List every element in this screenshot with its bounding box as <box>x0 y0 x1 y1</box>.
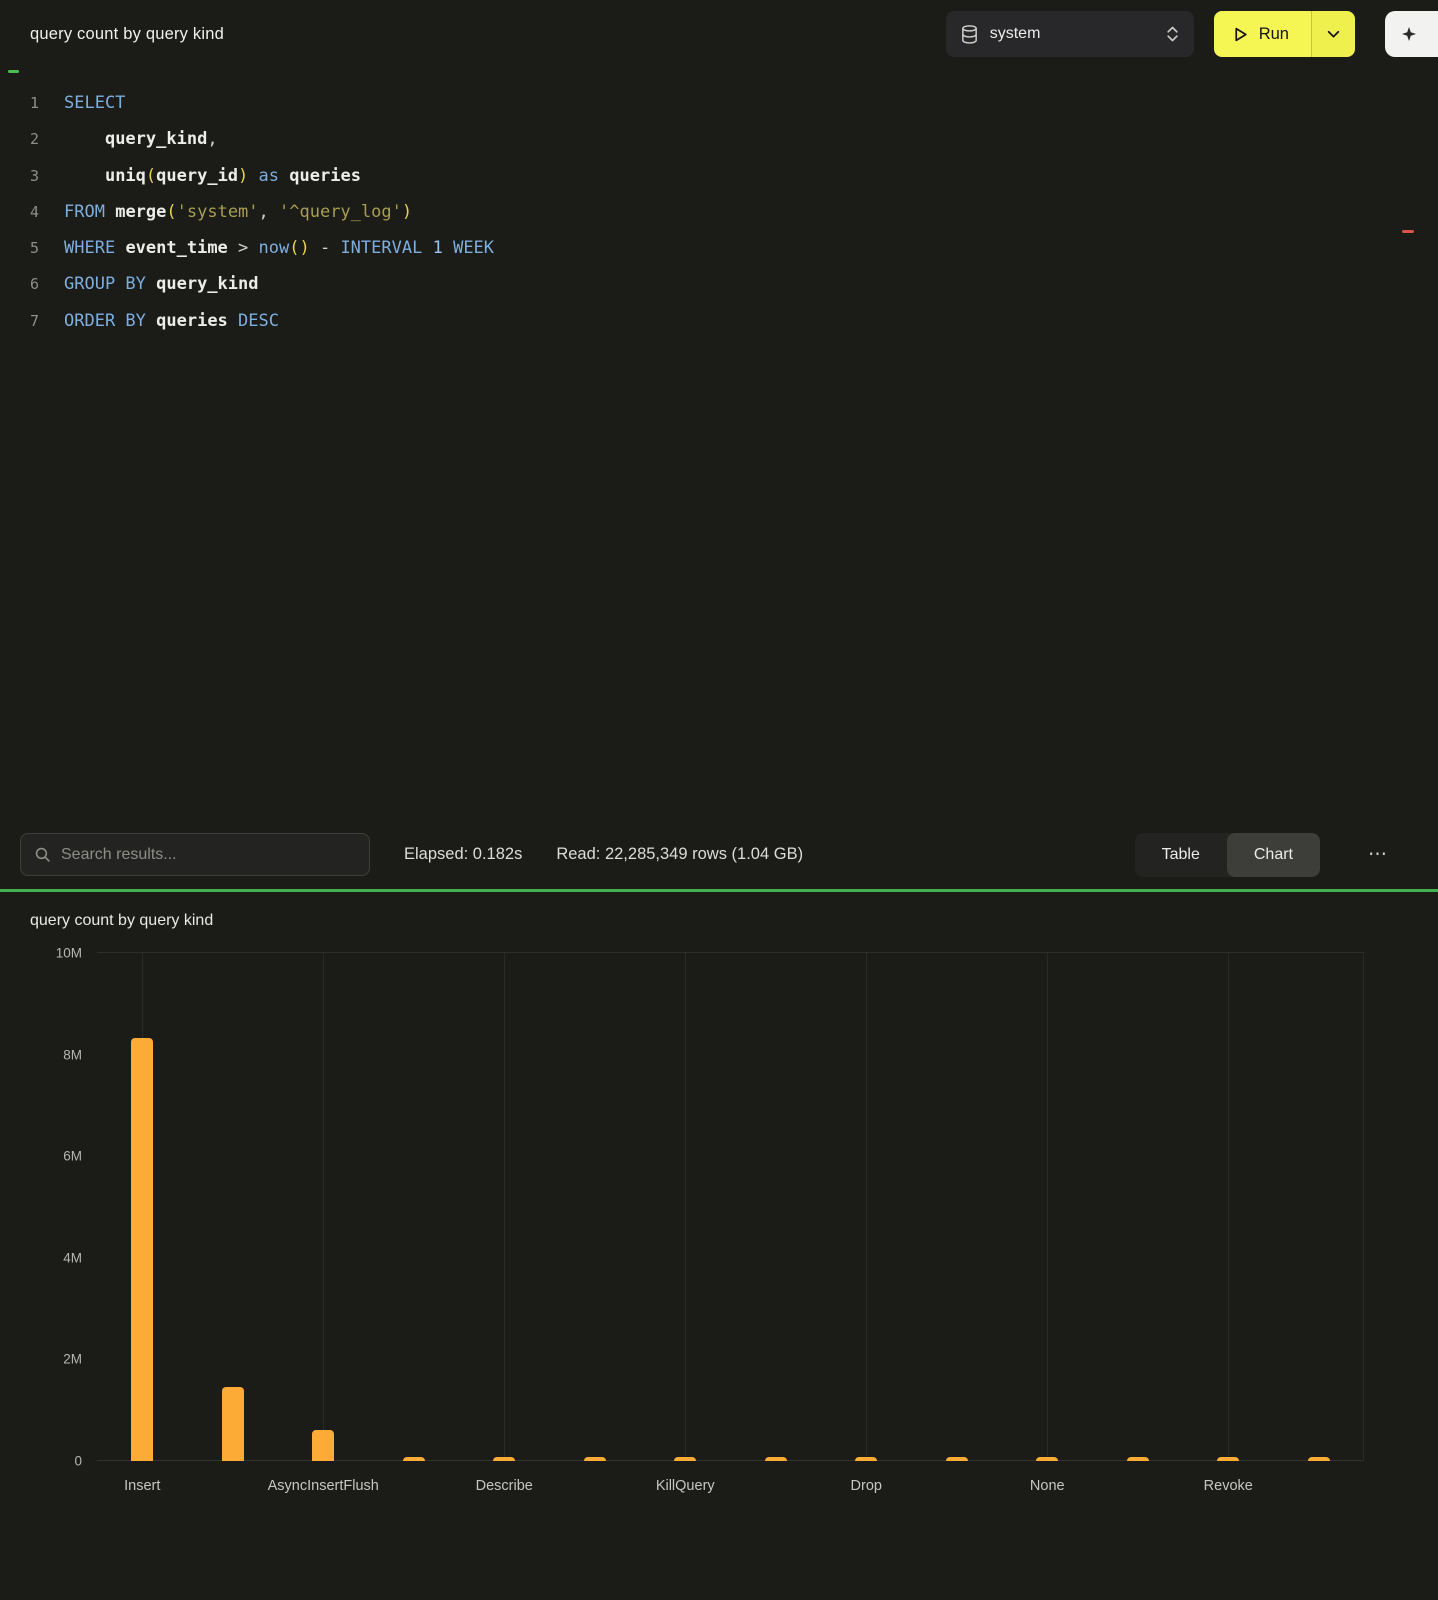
app-root: query count by query kind system <box>0 0 1438 1600</box>
more-options-button[interactable]: ⋯ <box>1368 843 1388 866</box>
gridline-vertical <box>504 953 505 1461</box>
read-stat: Read: 22,285,349 rows (1.04 GB) <box>556 845 803 864</box>
chart-title: query count by query kind <box>30 912 1438 930</box>
chevron-updown-icon <box>1166 25 1179 43</box>
chart-bar <box>946 1457 968 1461</box>
search-icon <box>34 846 51 863</box>
x-axis-tick: Revoke <box>1204 1478 1253 1494</box>
code-text: query_kind, <box>64 121 218 157</box>
results-toolbar: Elapsed: 0.182s Read: 22,285,349 rows (1… <box>0 820 1438 889</box>
gridline-vertical <box>1363 953 1364 1461</box>
chart-bar <box>855 1457 877 1461</box>
gridline-vertical <box>866 953 867 1461</box>
corner-action-button[interactable] <box>1385 11 1438 57</box>
tab-table[interactable]: Table <box>1135 833 1227 877</box>
code-line: 7 ORDER BY queries DESC <box>0 303 1438 339</box>
chart-bar <box>493 1457 515 1461</box>
x-axis-tick: AsyncInsertFlush <box>268 1478 379 1494</box>
chart-bar <box>131 1038 153 1461</box>
sparkle-icon <box>1401 26 1417 42</box>
y-axis-tick: 4M <box>63 1250 82 1265</box>
run-options-button[interactable] <box>1311 11 1355 57</box>
code-text: ORDER BY queries DESC <box>64 303 279 339</box>
code-text: SELECT <box>64 85 125 121</box>
y-axis-tick: 8M <box>63 1047 82 1062</box>
chart-bar <box>1308 1457 1330 1461</box>
code-text: FROM merge('system', '^query_log') <box>64 194 412 230</box>
code-text: uniq(query_id) as queries <box>64 158 361 194</box>
code-line: 2 query_kind, <box>0 121 1438 157</box>
chart-bar <box>312 1430 334 1461</box>
y-axis-tick: 6M <box>63 1149 82 1164</box>
search-results-input[interactable] <box>61 846 356 864</box>
chart-bar <box>674 1457 696 1461</box>
line-number: 2 <box>0 121 40 157</box>
line-number: 3 <box>0 158 40 194</box>
tab-chart[interactable]: Chart <box>1227 833 1320 877</box>
chart-bar <box>222 1387 244 1461</box>
code-lines: 1SELECT2 query_kind,3 uniq(query_id) as … <box>0 85 1438 339</box>
chart-bar <box>1217 1457 1239 1461</box>
chevron-down-icon <box>1327 30 1340 39</box>
line-number: 5 <box>0 230 40 266</box>
elapsed-stat: Elapsed: 0.182s <box>404 845 522 864</box>
play-icon <box>1232 26 1249 43</box>
line-number: 6 <box>0 266 40 302</box>
chart-bar <box>584 1457 606 1461</box>
database-icon <box>961 25 978 44</box>
bar-chart: 10M8M6M4M2M0InsertAsyncInsertFlushDescri… <box>97 952 1364 1461</box>
chart-panel: query count by query kind 10M8M6M4M2M0In… <box>0 892 1438 1600</box>
code-line: 4 FROM merge('system', '^query_log') <box>0 194 1438 230</box>
x-axis-line <box>97 1460 1364 1461</box>
gridline-vertical <box>685 953 686 1461</box>
code-text: GROUP BY query_kind <box>64 266 259 302</box>
run-button-label: Run <box>1259 25 1289 44</box>
gridline-vertical <box>1228 953 1229 1461</box>
code-line: 6 GROUP BY query_kind <box>0 266 1438 302</box>
x-axis-tick: Insert <box>124 1478 160 1494</box>
scroll-error-marker <box>1402 230 1414 233</box>
sql-editor[interactable]: 1SELECT2 query_kind,3 uniq(query_id) as … <box>0 68 1438 820</box>
chart-bar <box>765 1457 787 1461</box>
code-line: 1 SELECT <box>0 85 1438 121</box>
gridline-vertical <box>323 953 324 1461</box>
y-axis-tick: 0 <box>74 1454 82 1469</box>
line-number: 1 <box>0 85 40 121</box>
y-axis-tick: 2M <box>63 1352 82 1367</box>
view-toggle: Table Chart <box>1135 833 1320 877</box>
gutter-change-marker <box>8 70 19 73</box>
line-number: 4 <box>0 194 40 230</box>
gridline-vertical <box>1047 953 1048 1461</box>
chart-bar <box>403 1457 425 1461</box>
code-line: 5 WHERE event_time > now() - INTERVAL 1 W… <box>0 230 1438 266</box>
line-number: 7 <box>0 303 40 339</box>
database-selector[interactable]: system <box>946 11 1194 57</box>
run-button[interactable]: Run <box>1214 11 1311 57</box>
chart-bar <box>1127 1457 1149 1461</box>
database-selector-value: system <box>990 25 1041 43</box>
run-button-group: Run <box>1214 11 1355 57</box>
x-axis-tick: None <box>1030 1478 1065 1494</box>
y-axis-tick: 10M <box>56 946 82 961</box>
x-axis-tick: KillQuery <box>656 1478 715 1494</box>
topbar-actions: system Run <box>946 11 1355 57</box>
x-axis-tick: Drop <box>851 1478 882 1494</box>
code-line: 3 uniq(query_id) as queries <box>0 158 1438 194</box>
x-axis-tick: Describe <box>476 1478 533 1494</box>
topbar: query count by query kind system <box>0 0 1438 68</box>
chart-bar <box>1036 1457 1058 1461</box>
code-text: WHERE event_time > now() - INTERVAL 1 WE… <box>64 230 494 266</box>
search-results-box[interactable] <box>20 833 370 876</box>
query-title: query count by query kind <box>30 25 224 44</box>
